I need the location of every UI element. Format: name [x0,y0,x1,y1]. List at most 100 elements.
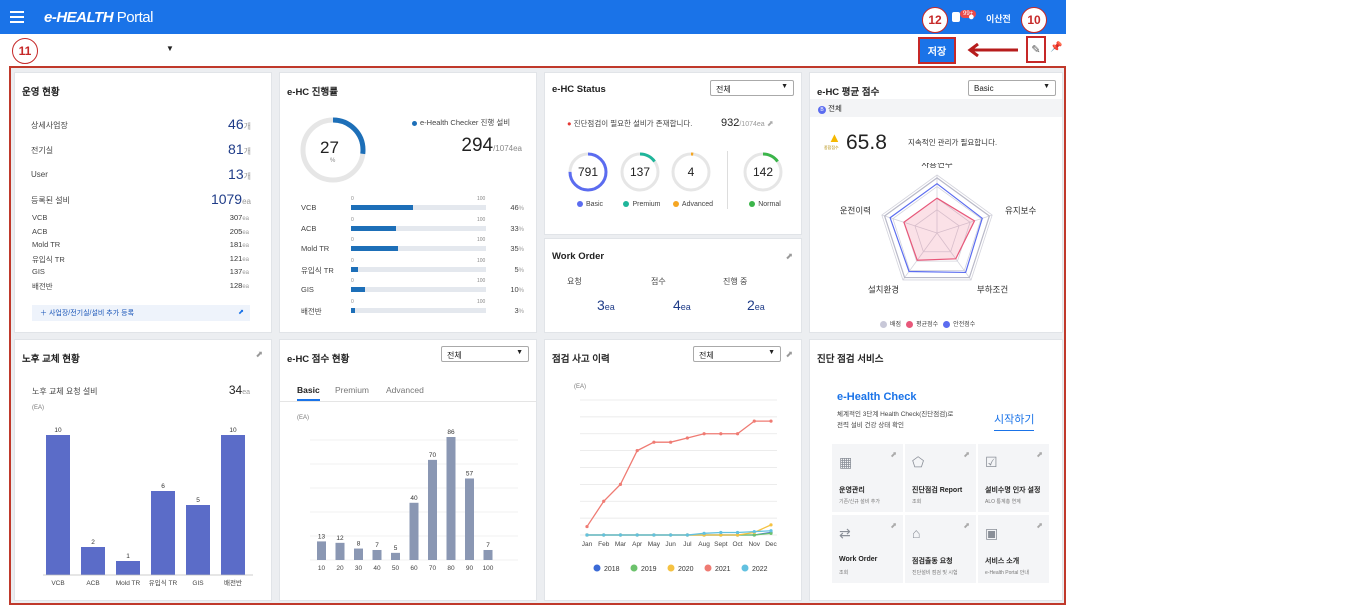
progress-tick-100: 100 [477,216,486,223]
service-icon: ▣ [985,525,999,541]
legend-marker [667,564,675,572]
data-point [752,419,756,423]
x-tick-label: Apr [632,541,643,548]
x-tick-label: 10 [318,565,326,572]
x-tick-label: Jul [683,541,692,548]
progress-ring-unit: % [330,158,336,164]
data-point [585,524,589,529]
user-icon[interactable]: ● [968,11,975,23]
ops-detail-label: Mold TR [32,240,61,249]
save-button[interactable]: 저장 [918,37,956,64]
x-tick-label: Dec [765,541,777,548]
external-link-icon[interactable]: ⬈ [1036,521,1043,530]
card-title: e-HC 진행률 [287,87,339,98]
progress-count: 294/1074ea [461,135,522,156]
external-link-icon[interactable]: ⬈ [963,521,970,530]
notification-icon[interactable] [952,12,960,22]
start-button[interactable]: 시작하기 [994,411,1035,431]
service-icon: ⇄ [839,525,851,541]
tab-advanced[interactable]: Advanced [386,385,424,395]
service-item-sub: 기존/신규 설비 추가 [839,499,880,505]
progress-bar-pct: 33% [510,223,524,233]
status-ring-value: 137 [629,165,651,179]
service-tile[interactable]: ⬈ ⌂ 점검출동 요청 진단설비 점검 및 시험 [905,515,976,583]
warning-icon: ▲ [828,130,841,145]
external-link-icon[interactable]: ⬈ [255,349,263,360]
service-headline: e-Health Check [837,391,917,403]
progress-bar-fill [351,287,365,292]
ops-detail-value: 307ea [229,213,249,222]
annotation-11: 11 [12,38,38,64]
legend-marker [593,564,601,572]
x-tick-label: ACB [86,580,99,587]
data-point [702,432,706,436]
pin-icon[interactable]: 📌 [1050,42,1062,53]
service-desc: 체계적인 3단계 Health Check(진단점검)로 [837,411,954,418]
status-filter-select[interactable]: 전체 [710,80,794,96]
bar-value-label: 12 [336,535,344,542]
brand-logo[interactable]: e-HEALTH Portal [44,9,153,26]
bar-value-label: 13 [318,533,326,540]
radar-series-avg [903,197,976,261]
card-title: e-HC 점수 현황 [287,354,350,365]
menu-icon[interactable] [10,11,24,23]
user-name[interactable]: 이산전 [986,12,1011,25]
progress-tick-0: 0 [351,216,354,223]
x-tick-label: 100 [483,565,494,572]
external-link-icon[interactable]: ⬈ [785,251,793,262]
progress-tick-0: 0 [351,257,354,264]
data-point [618,533,623,537]
data-point [652,533,656,537]
radar-axis-label: 유지보수 [1005,206,1036,216]
legend-label: 2018 [604,566,620,573]
score-status-select[interactable]: 전체 [441,346,529,362]
external-link-icon[interactable]: ⬈ [963,450,970,459]
progress-bar-pct: 35% [510,244,524,253]
external-link-icon[interactable]: ⬈ [1036,450,1043,459]
bar-value-label: 10 [54,427,62,434]
legend-label: 2022 [752,566,768,573]
aging-count: 34ea [228,383,250,397]
bar [317,541,326,560]
external-link-icon[interactable]: ⬈ [890,450,897,459]
status-ring-label: Normal [736,201,794,208]
ops-detail-value: 128ea [229,280,249,290]
progress-tick-100: 100 [477,257,486,264]
ops-row-label: User [31,170,48,179]
add-equipment-link[interactable]: ＋ 사업장/전기실/설비 추가 등록 ⬈ [32,305,250,321]
service-tile[interactable]: ⬈ ▦ 운영관리 기존/신규 설비 추가 [832,444,903,512]
tab-premium[interactable]: Premium [335,385,369,395]
external-link-icon[interactable]: ⬈ [890,521,897,530]
status-ring-label: Basic [561,201,619,208]
history-filter-select[interactable]: 전체 [693,346,781,362]
progress-tick-100: 100 [477,278,486,284]
progress-tick-100: 100 [477,237,486,243]
service-item-title: Work Order [839,556,878,563]
service-tile[interactable]: ⬈ ▣ 서비스 소개 e-Health Portal 안내 [978,515,1049,583]
sub-toolbar [0,34,1066,66]
x-tick-label: GIS [192,580,204,587]
service-tile[interactable]: ⬈ ☑ 설비수명 인자 설정 ALO 통계총 연계 [978,444,1049,512]
service-tile[interactable]: ⬈ ⬠ 진단점검 Report 조회 [905,444,976,512]
x-tick-label: 80 [447,565,455,572]
legend-label: 2021 [715,566,731,573]
x-tick-label: Mar [615,541,627,548]
ops-detail-value: 181ea [229,240,249,249]
legend-label: 2019 [641,566,657,573]
card-service: 진단 점검 서비스 e-Health Check 체계적인 3단계 Health… [809,339,1063,601]
tab-basic[interactable]: Basic [297,385,320,401]
bar [372,549,382,560]
service-tile[interactable]: ⬈ ⇄ Work Order 조회 [832,515,903,583]
x-tick-label: 90 [466,565,474,572]
external-link-icon[interactable]: ⬈ [785,349,793,360]
wo-label: 접수 [651,277,666,286]
bar [446,437,456,560]
data-point [719,530,723,535]
site-select-chevron-icon[interactable]: ▼ [166,44,174,53]
bar-value-label: 5 [394,545,398,552]
card-average-score: e-HC 평균 점수 Basic B 전체 ▲ 종합점수 65.8 지속적인 관… [809,72,1063,333]
annotation-arrow-icon [967,43,1018,57]
radar-axis-label: 설치환경 [868,284,899,294]
edit-pencil-icon[interactable]: ✎ [1026,36,1046,63]
score-filter-select[interactable]: Basic [968,80,1056,96]
